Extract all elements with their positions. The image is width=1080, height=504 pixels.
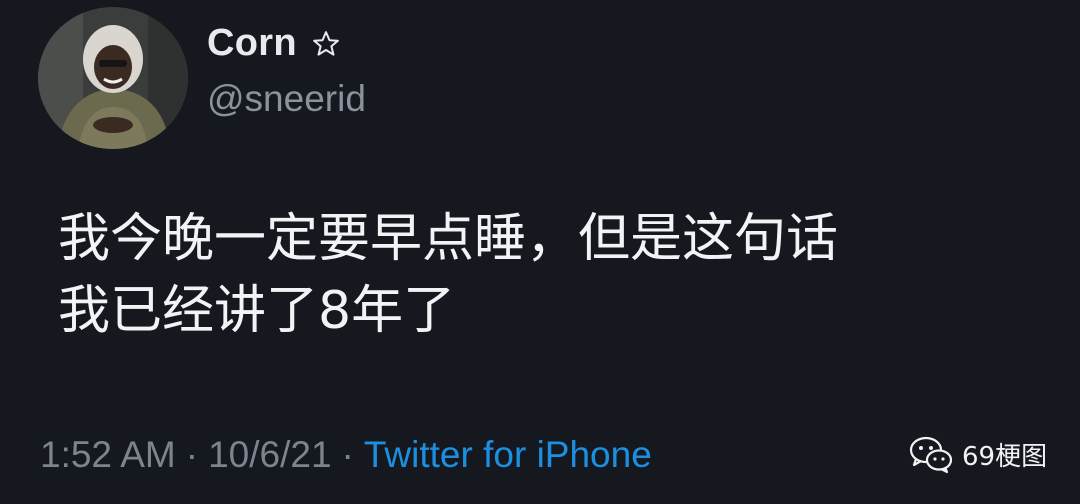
tweet: Corn @sneerid 我今晚一定要早点睡，但是这句话 我已经讲了8年了 1… [0, 0, 1080, 504]
tweet-source-link[interactable]: Twitter for iPhone [364, 434, 652, 475]
tweet-text-line: 我已经讲了8年了 [58, 281, 456, 341]
watermark-text: 69梗图 [962, 441, 1048, 472]
user-avatar-icon [38, 7, 188, 149]
watermark: 69梗图 [908, 434, 1047, 474]
user-handle[interactable]: @sneerid [207, 78, 366, 120]
avatar[interactable] [38, 7, 188, 149]
wechat-icon [909, 436, 953, 474]
meta-separator: · [185, 434, 199, 475]
display-name[interactable]: Corn [207, 22, 297, 65]
tweet-time[interactable]: 1:52 AM [40, 434, 176, 475]
tweet-meta: 1:52 AM · 10/6/21 · Twitter for iPhone [40, 434, 652, 476]
tweet-text: 我今晚一定要早点睡，但是这句话 我已经讲了8年了 [58, 203, 1018, 347]
meta-separator: · [341, 434, 354, 475]
tweet-date[interactable]: 10/6/21 [208, 434, 331, 475]
star-outline-icon [312, 30, 339, 56]
display-name-row: Corn [207, 22, 341, 65]
tweet-text-line: 我今晚一定要早点睡，但是这句话 [58, 209, 839, 269]
